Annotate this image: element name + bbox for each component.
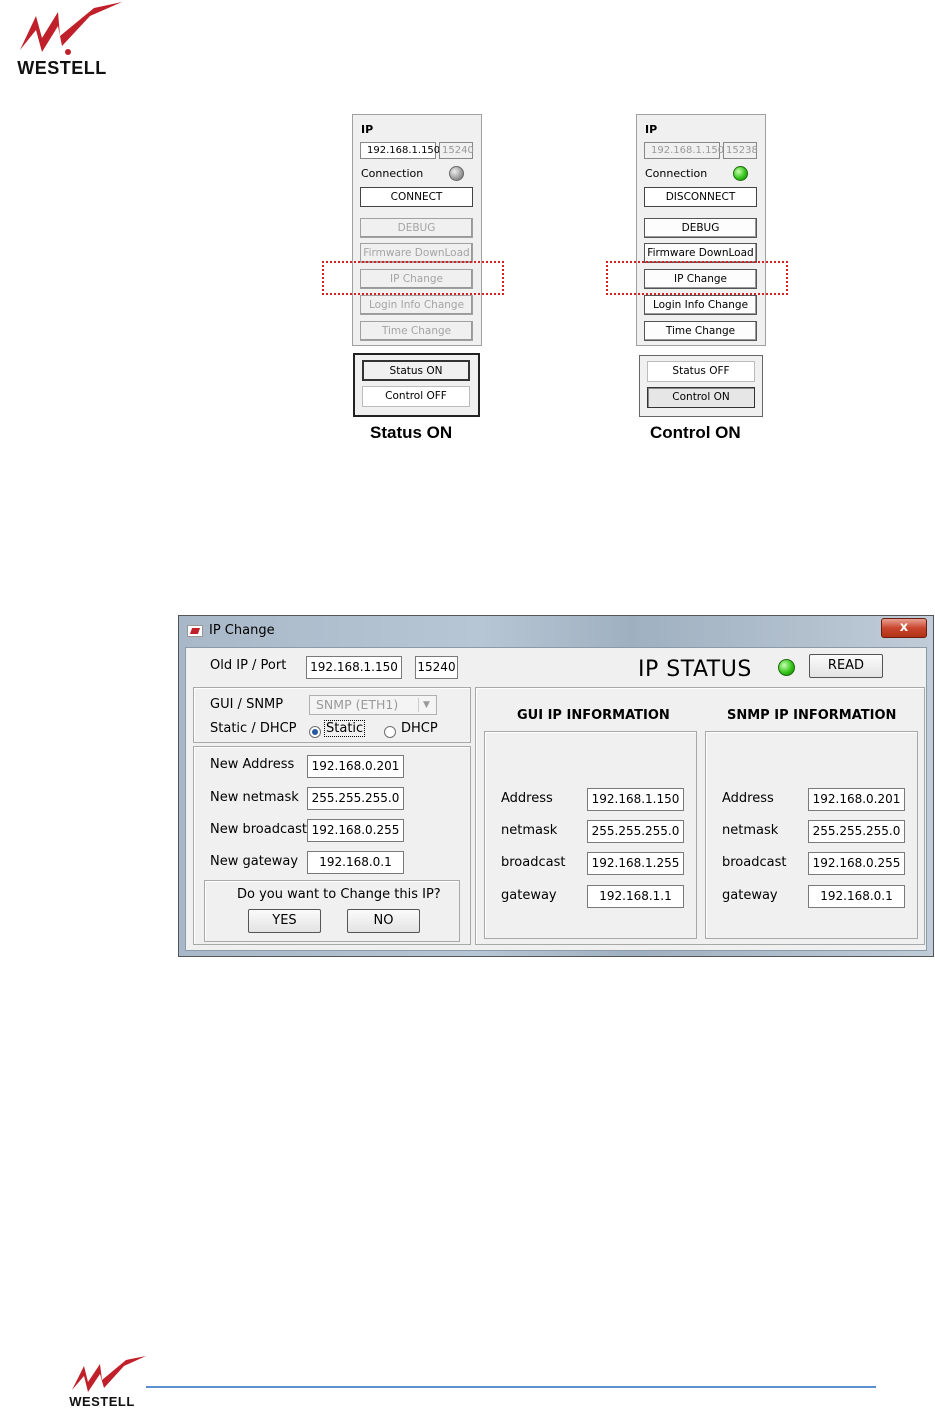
ip-status-label: IP STATUS [638,657,752,682]
ip-change-dialog: IP Change x Old IP / Port 192.168.1.150 … [178,615,934,957]
port-input[interactable]: 15240 [439,142,474,159]
port-input[interactable]: 15238 [723,142,758,159]
new-netmask-label: New netmask [210,790,299,805]
static-radio-label[interactable]: Static [323,720,366,737]
westell-swoosh-icon [20,2,122,55]
yes-button[interactable]: YES [248,909,321,933]
gui-address-field[interactable]: 192.168.1.150 [587,788,684,811]
control-toggle-button[interactable]: Control OFF [362,386,470,407]
westell-logo-footer: WESTELL [58,1356,146,1409]
status-toggle-button[interactable]: Status OFF [647,361,755,382]
new-address-field[interactable]: 192.168.0.201 [307,755,404,778]
westell-swoosh-icon [72,1356,146,1392]
dialog-titlebar[interactable]: IP Change x [179,616,933,646]
read-button[interactable]: READ [809,654,883,678]
gui-info-title: GUI IP INFORMATION [517,708,670,723]
app-icon [187,625,203,637]
connection-label: Connection [361,167,424,180]
gui-netmask-label: netmask [501,823,558,838]
old-port-field[interactable]: 15240 [415,656,458,679]
mode-panel-control-on: Status OFF Control ON [639,355,763,417]
mode-panel-status-on: Status ON Control OFF [353,353,480,417]
snmp-broadcast-field[interactable]: 192.168.0.255 [808,852,905,875]
ip-label: IP [645,123,658,136]
gui-snmp-value: SNMP (ETH1) [316,697,399,712]
status-toggle-button[interactable]: Status ON [362,360,470,381]
caption-control-on: Control ON [650,423,741,442]
static-dhcp-label: Static / DHCP [210,721,297,736]
static-radio[interactable] [309,726,321,738]
caption-status-on: Status ON [370,423,453,442]
ip-input[interactable]: 192.168.1.150 [644,142,724,159]
footer-divider [146,1386,876,1388]
dialog-title: IP Change [209,623,275,638]
snmp-gateway-field[interactable]: 192.168.0.1 [808,885,905,908]
close-button[interactable]: x [881,618,927,638]
gui-broadcast-label: broadcast [501,855,566,870]
disconnect-button[interactable]: DISCONNECT [644,187,757,207]
gui-gateway-field[interactable]: 192.168.1.1 [587,885,684,908]
snmp-broadcast-label: broadcast [722,855,787,870]
new-broadcast-label: New broadcast [210,822,307,837]
gui-gateway-label: gateway [501,888,557,903]
snmp-address-label: Address [722,791,774,806]
ip-label: IP [361,123,374,136]
confirm-question: Do you want to Change this IP? [237,887,441,902]
control-panel-status-on: IP 192.168.1.150 15240 Connection CONNEC… [352,114,482,346]
gui-address-label: Address [501,791,553,806]
debug-button[interactable]: DEBUG [644,218,757,238]
gui-snmp-select[interactable]: SNMP (ETH1) ▼ [309,695,437,715]
control-panel-control-on: IP 192.168.1.150 15238 Connection DISCON… [636,114,766,346]
time-change-button[interactable]: Time Change [360,321,473,341]
new-broadcast-field[interactable]: 192.168.0.255 [307,819,404,842]
firmware-download-button[interactable]: Firmware DownLoad [360,243,473,263]
control-toggle-button[interactable]: Control ON [647,387,755,408]
old-ip-field[interactable]: 192.168.1.150 [306,656,402,679]
dhcp-radio[interactable] [384,726,396,738]
time-change-button[interactable]: Time Change [644,321,757,341]
ip-input[interactable]: 192.168.1.150 [360,142,440,159]
snmp-address-field[interactable]: 192.168.0.201 [808,788,905,811]
new-gateway-label: New gateway [210,854,299,869]
debug-button[interactable]: DEBUG [360,218,473,238]
brand-name: WESTELL [69,1394,135,1409]
connect-button[interactable]: CONNECT [360,187,473,207]
ip-status-led-icon [778,659,795,676]
no-button[interactable]: NO [347,909,420,933]
new-netmask-field[interactable]: 255.255.255.0 [307,787,404,810]
snmp-gateway-label: gateway [722,888,778,903]
login-info-change-button[interactable]: Login Info Change [644,295,757,315]
old-ip-port-label: Old IP / Port [210,658,287,673]
snmp-netmask-field[interactable]: 255.255.255.0 [808,820,905,843]
chevron-down-icon: ▼ [418,698,434,712]
westell-logo: WESTELL [2,2,122,78]
new-address-label: New Address [210,757,295,772]
dhcp-radio-label[interactable]: DHCP [401,721,438,736]
ip-change-highlight [606,261,788,295]
snmp-info-title: SNMP IP INFORMATION [727,708,897,723]
firmware-download-button[interactable]: Firmware DownLoad [644,243,757,263]
connection-led-icon [733,166,748,181]
connection-led-icon [449,166,464,181]
gui-netmask-field[interactable]: 255.255.255.0 [587,820,684,843]
gui-broadcast-field[interactable]: 192.168.1.255 [587,852,684,875]
brand-name: WESTELL [17,58,107,78]
snmp-netmask-label: netmask [722,823,779,838]
connection-label: Connection [645,167,708,180]
ip-change-highlight [322,261,504,295]
gui-snmp-label: GUI / SNMP [210,697,284,712]
new-gateway-field[interactable]: 192.168.0.1 [307,851,404,874]
login-info-change-button[interactable]: Login Info Change [360,295,473,315]
